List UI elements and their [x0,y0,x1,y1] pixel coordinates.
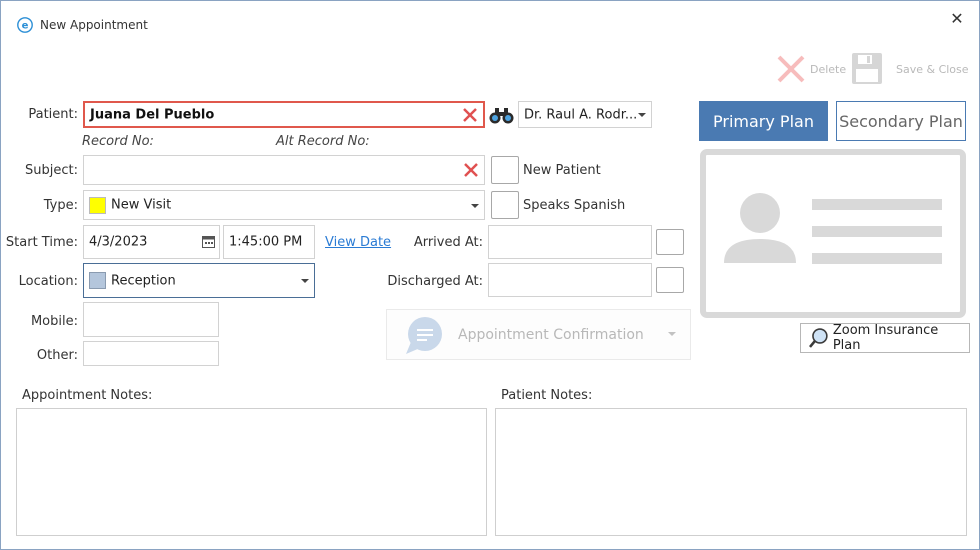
speaks-spanish-checkbox[interactable] [491,191,519,219]
provider-value: Dr. Raul A. Rodr... [524,107,638,122]
type-color-swatch [89,197,106,214]
floppy-disk-icon[interactable] [851,52,883,85]
record-no-label: Record No: [82,134,154,149]
chevron-down-icon [668,332,676,336]
start-time-input[interactable]: 1:45:00 PM [223,225,315,259]
patient-label: Patient: [28,107,78,122]
insurance-card-placeholder [700,149,966,318]
arrived-at-input[interactable] [488,225,652,259]
discharged-at-input[interactable] [488,263,652,297]
arrived-checkbox[interactable] [656,229,684,255]
patient-notes-textarea[interactable] [495,408,967,536]
speaks-spanish-label: Speaks Spanish [523,198,626,213]
zoom-insurance-plan-button[interactable]: Zoom Insurance Plan [800,323,970,353]
new-patient-label: New Patient [523,163,601,178]
arrived-at-label: Arrived At: [413,235,483,250]
start-time-value: 1:45:00 PM [229,234,303,250]
location-label: Location: [18,274,78,289]
discharged-checkbox[interactable] [656,267,684,293]
tab-secondary-plan[interactable]: Secondary Plan [836,101,966,141]
type-select[interactable]: New Visit [83,190,485,220]
view-date-link[interactable]: View Date [325,235,391,250]
appointment-notes-textarea[interactable] [16,408,487,536]
type-value: New Visit [111,197,172,213]
patient-notes-label: Patient Notes: [501,388,593,403]
zoom-insurance-plan-label: Zoom Insurance Plan [832,323,939,353]
appointment-notes-label: Appointment Notes: [22,388,153,403]
save-close-button[interactable]: Save & Close [896,63,969,76]
appointment-confirmation-label: Appointment Confirmation [458,327,644,343]
start-time-label: Start Time: [5,235,78,250]
chat-bubble-icon [406,317,442,354]
discharged-at-label: Discharged At: [387,274,483,289]
subject-label: Subject: [25,163,78,178]
delete-button[interactable]: Delete [810,63,846,76]
new-appointment-window: e New Appointment ✕ Delete Save & Close … [0,0,980,550]
mobile-input[interactable] [83,302,219,337]
provider-select[interactable]: Dr. Raul A. Rodr... [518,101,652,128]
delete-x-icon[interactable] [775,53,807,85]
magnifier-icon [808,328,828,348]
clear-subject-icon[interactable] [463,162,479,178]
chevron-down-icon [638,113,646,117]
id-card-icon [724,193,942,264]
patient-value: Juana Del Pueblo [90,107,215,122]
start-date-input[interactable]: 4/3/2023 [83,225,220,259]
chevron-down-icon [301,279,309,283]
start-date-value: 4/3/2023 [89,234,148,250]
subject-input[interactable] [83,155,485,185]
appointment-confirmation-dropdown[interactable]: Appointment Confirmation [386,309,691,360]
tab-primary-plan[interactable]: Primary Plan [699,101,828,141]
binoculars-icon[interactable] [488,105,515,125]
window-title: New Appointment [40,18,148,32]
chevron-down-icon [471,204,479,208]
location-value: Reception [111,273,176,288]
alt-record-no-label: Alt Record No: [276,134,370,149]
svg-text:e: e [22,21,29,32]
other-label: Other: [36,348,78,363]
type-label: Type: [43,198,78,213]
calendar-icon[interactable] [202,235,215,248]
close-button[interactable]: ✕ [946,9,968,31]
location-select[interactable]: Reception [83,263,315,298]
patient-field[interactable]: Juana Del Pueblo [83,101,485,128]
app-logo-icon: e [17,17,33,33]
new-patient-checkbox[interactable] [491,156,519,184]
mobile-label: Mobile: [30,314,78,329]
location-color-swatch [89,272,106,289]
other-input[interactable] [83,341,219,366]
clear-patient-icon[interactable] [462,107,478,123]
